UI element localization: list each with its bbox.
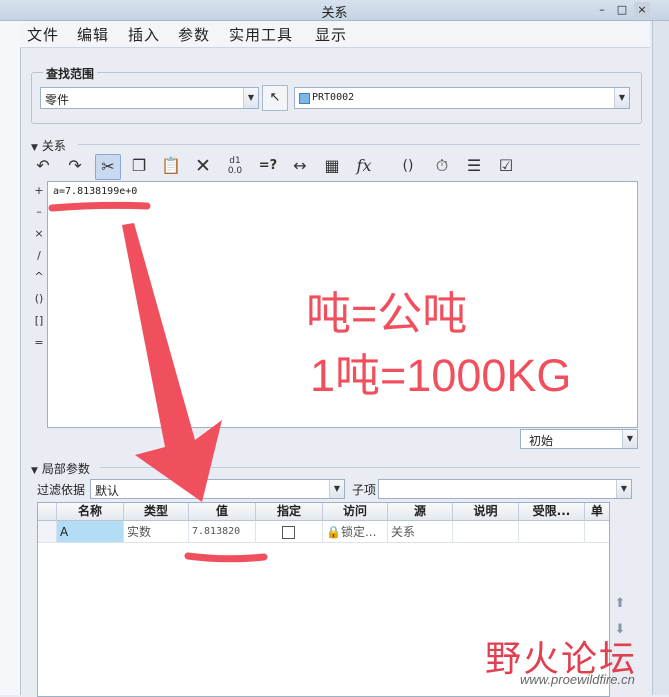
- arrow-mark: [122, 223, 222, 502]
- underline-mark: [184, 552, 268, 563]
- underline-mark: [48, 201, 151, 212]
- annotation-overlay: [48, 201, 268, 563]
- watermark-url: www.proewildfire.cn: [520, 672, 635, 687]
